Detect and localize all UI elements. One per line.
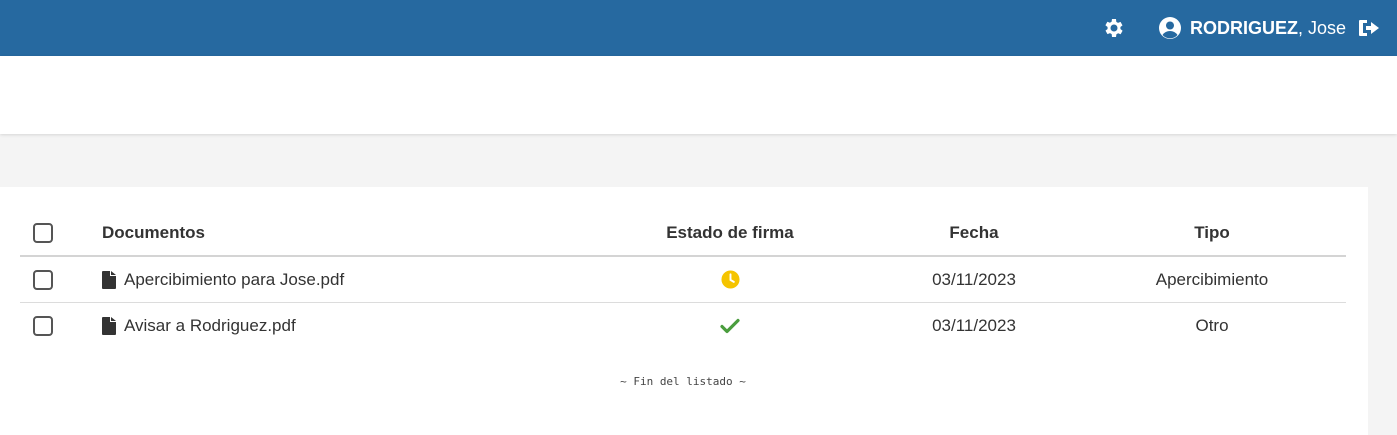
user-menu[interactable]: RODRIGUEZ , Jose xyxy=(1158,14,1346,42)
document-cell: Avisar a Rodriguez.pdf xyxy=(102,303,296,348)
table-header-row: Documentos Estado de firma Fecha Tipo xyxy=(20,210,1346,257)
gear-icon[interactable] xyxy=(1102,16,1126,40)
row-checkbox[interactable] xyxy=(33,316,53,336)
document-cell: Apercibimiento para Jose.pdf xyxy=(102,257,344,302)
row-checkbox[interactable] xyxy=(33,270,53,290)
file-icon xyxy=(102,316,116,335)
status-cell xyxy=(630,303,830,348)
select-all-checkbox[interactable] xyxy=(33,223,53,243)
user-last-name: RODRIGUEZ xyxy=(1190,17,1298,38)
top-navbar: RODRIGUEZ , Jose xyxy=(0,0,1397,56)
column-header-estado[interactable]: Estado de firma xyxy=(630,210,830,255)
file-icon xyxy=(102,270,116,289)
sub-header xyxy=(0,56,1397,134)
documents-table: Documentos Estado de firma Fecha Tipo Ap… xyxy=(20,210,1346,348)
user-circle-icon xyxy=(1159,17,1181,39)
document-name[interactable]: Apercibimiento para Jose.pdf xyxy=(124,270,344,290)
type-cell: Otro xyxy=(1195,315,1229,335)
document-name[interactable]: Avisar a Rodriguez.pdf xyxy=(124,316,296,336)
clock-icon xyxy=(720,270,740,289)
column-header-tipo[interactable]: Tipo xyxy=(1112,210,1312,255)
end-of-list-text: ~ Fin del listado ~ xyxy=(620,375,746,388)
date-cell: 03/11/2023 xyxy=(932,315,1016,335)
table-row[interactable]: Apercibimiento para Jose.pdf 03/11/2023 … xyxy=(20,257,1346,303)
sign-out-icon[interactable] xyxy=(1357,16,1383,40)
date-cell: 03/11/2023 xyxy=(932,269,1016,289)
check-icon xyxy=(720,318,740,333)
table-row[interactable]: Avisar a Rodriguez.pdf 03/11/2023 Otro xyxy=(20,303,1346,348)
column-header-fecha[interactable]: Fecha xyxy=(874,210,1074,255)
status-cell xyxy=(630,257,830,302)
user-first-name: , Jose xyxy=(1298,17,1347,38)
type-cell: Apercibimiento xyxy=(1155,269,1269,289)
column-header-documentos[interactable]: Documentos xyxy=(102,210,205,255)
